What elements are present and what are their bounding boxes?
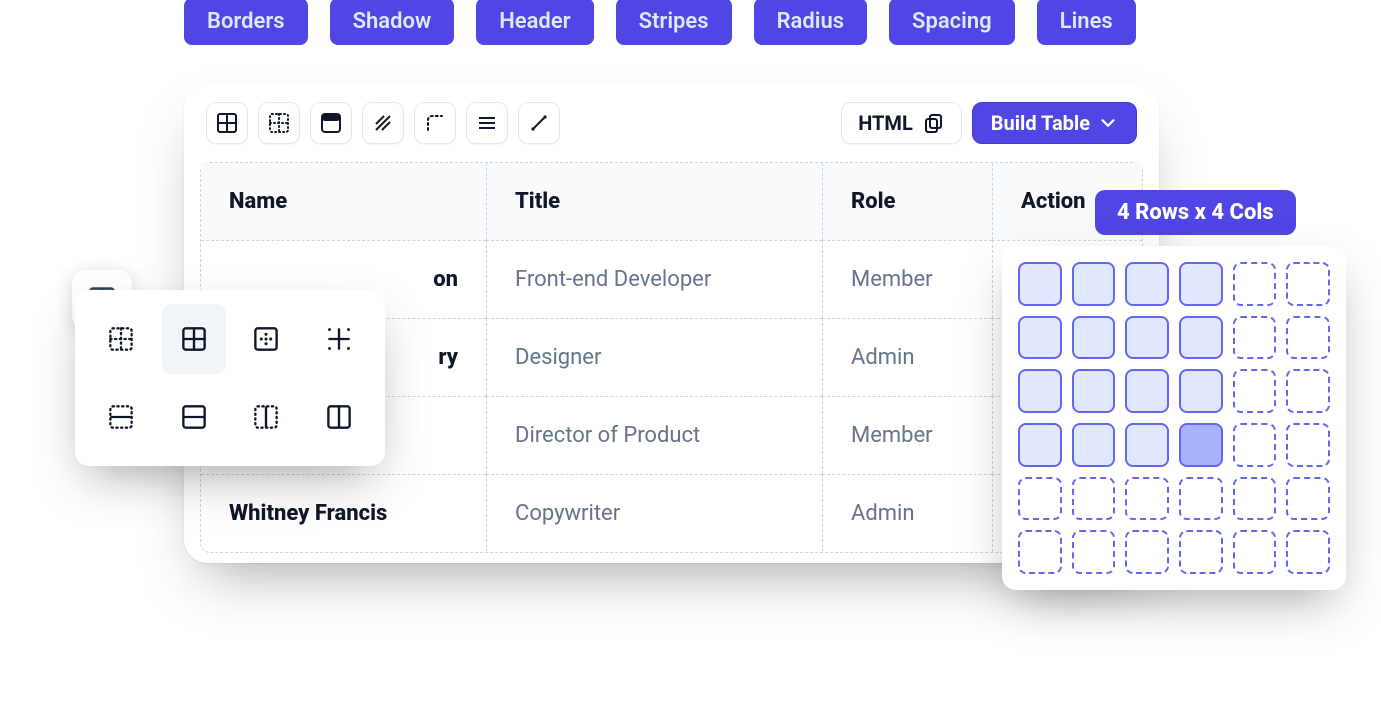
pill-spacing[interactable]: Spacing bbox=[889, 0, 1015, 45]
table-row: Whitney Francis Copywriter Admin bbox=[201, 474, 1142, 552]
col-header-title: Title bbox=[486, 163, 822, 240]
cell-title: Designer bbox=[486, 318, 822, 396]
copy-icon bbox=[923, 112, 945, 134]
size-cell[interactable] bbox=[1072, 316, 1116, 360]
size-cell[interactable] bbox=[1233, 423, 1277, 467]
pill-borders[interactable]: Borders bbox=[184, 0, 308, 45]
pill-stripes[interactable]: Stripes bbox=[616, 0, 732, 45]
tool-lines[interactable] bbox=[518, 102, 560, 144]
tool-stripes[interactable] bbox=[362, 102, 404, 144]
cell-title: Copywriter bbox=[486, 474, 822, 552]
size-cell[interactable] bbox=[1233, 530, 1277, 574]
line-icon bbox=[528, 112, 550, 134]
cell-title: Front-end Developer bbox=[486, 240, 822, 318]
html-label: HTML bbox=[858, 111, 913, 135]
pill-header[interactable]: Header bbox=[476, 0, 593, 45]
size-picker bbox=[1002, 246, 1346, 590]
tool-borders[interactable] bbox=[206, 102, 248, 144]
border-dotted-icon bbox=[268, 112, 290, 134]
size-cell[interactable] bbox=[1125, 423, 1169, 467]
col-header-name: Name bbox=[201, 163, 486, 240]
size-cell[interactable] bbox=[1018, 423, 1062, 467]
size-cell[interactable] bbox=[1072, 530, 1116, 574]
size-cell[interactable] bbox=[1072, 262, 1116, 306]
border-option-split-h[interactable] bbox=[162, 382, 227, 452]
cell-role: Admin bbox=[822, 474, 992, 552]
tool-header[interactable] bbox=[310, 102, 352, 144]
size-picker-label: 4 Rows x 4 Cols bbox=[1095, 190, 1296, 235]
size-cell[interactable] bbox=[1233, 316, 1277, 360]
size-cell[interactable] bbox=[1179, 369, 1223, 413]
size-cell[interactable] bbox=[1125, 262, 1169, 306]
spacing-icon bbox=[476, 112, 498, 134]
size-cell[interactable] bbox=[1072, 423, 1116, 467]
tool-spacing[interactable] bbox=[466, 102, 508, 144]
size-cell[interactable] bbox=[1125, 369, 1169, 413]
pill-lines[interactable]: Lines bbox=[1037, 0, 1136, 45]
size-cell[interactable] bbox=[1286, 262, 1330, 306]
size-cell[interactable] bbox=[1125, 477, 1169, 521]
cell-title: Director of Product bbox=[486, 396, 822, 474]
size-cell[interactable] bbox=[1072, 369, 1116, 413]
border-option-vertical[interactable] bbox=[234, 382, 299, 452]
border-option-inner[interactable] bbox=[307, 304, 372, 374]
build-table-button[interactable]: Build Table bbox=[972, 102, 1137, 144]
tool-shadow[interactable] bbox=[258, 102, 300, 144]
cell-name: Whitney Francis bbox=[201, 474, 486, 552]
border-style-popover bbox=[75, 290, 385, 466]
size-cell[interactable] bbox=[1125, 316, 1169, 360]
size-cell[interactable] bbox=[1233, 369, 1277, 413]
border-option-all[interactable] bbox=[162, 304, 227, 374]
size-cell[interactable] bbox=[1286, 423, 1330, 467]
size-cell[interactable] bbox=[1072, 477, 1116, 521]
size-cell[interactable] bbox=[1125, 530, 1169, 574]
size-cell[interactable] bbox=[1018, 369, 1062, 413]
size-cell[interactable] bbox=[1286, 316, 1330, 360]
col-header-role: Role bbox=[822, 163, 992, 240]
feature-pills: Borders Shadow Header Stripes Radius Spa… bbox=[184, 0, 1136, 45]
size-cell[interactable] bbox=[1233, 262, 1277, 306]
size-cell[interactable] bbox=[1286, 530, 1330, 574]
size-cell[interactable] bbox=[1018, 262, 1062, 306]
tool-radius[interactable] bbox=[414, 102, 456, 144]
border-option-outer[interactable] bbox=[234, 304, 299, 374]
cell-role: Member bbox=[822, 240, 992, 318]
border-option-dotted[interactable] bbox=[89, 304, 154, 374]
pill-radius[interactable]: Radius bbox=[754, 0, 867, 45]
border-all-icon bbox=[216, 112, 238, 134]
border-option-horizontal[interactable] bbox=[89, 382, 154, 452]
size-cell[interactable] bbox=[1018, 477, 1062, 521]
size-cell[interactable] bbox=[1179, 530, 1223, 574]
stripes-icon bbox=[372, 112, 394, 134]
pill-shadow[interactable]: Shadow bbox=[330, 0, 455, 45]
toolbar: HTML Build Table bbox=[200, 98, 1143, 156]
size-cell[interactable] bbox=[1179, 477, 1223, 521]
size-cell[interactable] bbox=[1233, 477, 1277, 521]
size-cell[interactable] bbox=[1018, 316, 1062, 360]
table-header-row: Name Title Role Action bbox=[201, 163, 1142, 240]
size-cell[interactable] bbox=[1286, 477, 1330, 521]
size-cell[interactable] bbox=[1179, 262, 1223, 306]
header-icon bbox=[320, 112, 342, 134]
size-cell[interactable] bbox=[1286, 369, 1330, 413]
cell-role: Admin bbox=[822, 318, 992, 396]
copy-html-button[interactable]: HTML bbox=[841, 102, 962, 144]
size-cell[interactable] bbox=[1179, 423, 1223, 467]
cell-role: Member bbox=[822, 396, 992, 474]
size-cell[interactable] bbox=[1179, 316, 1223, 360]
chevron-down-icon bbox=[1098, 113, 1118, 133]
radius-icon bbox=[424, 112, 446, 134]
build-label: Build Table bbox=[991, 111, 1090, 135]
border-option-split-v[interactable] bbox=[307, 382, 372, 452]
size-cell[interactable] bbox=[1018, 530, 1062, 574]
